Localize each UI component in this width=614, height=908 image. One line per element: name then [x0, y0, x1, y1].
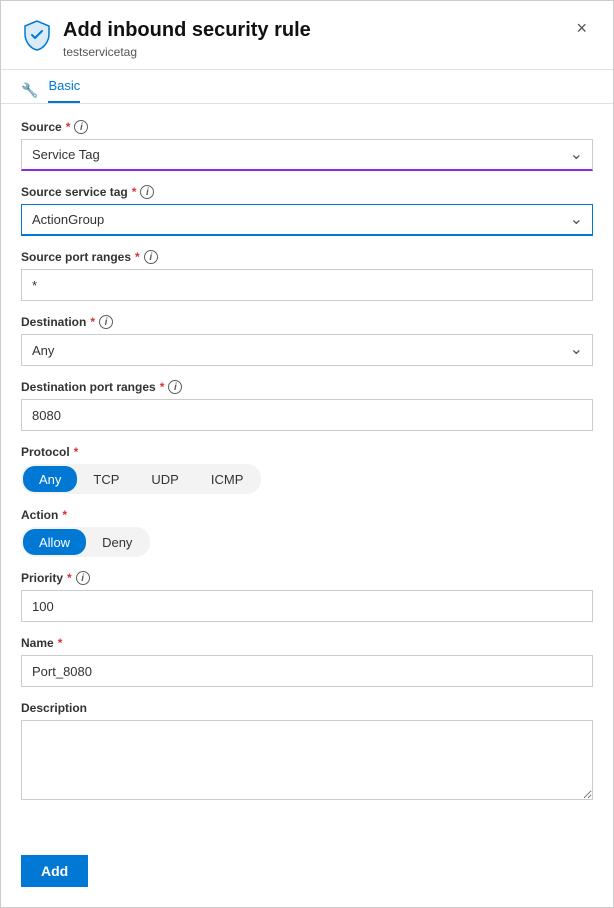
action-toggle-group: Allow Deny — [21, 527, 150, 557]
priority-group: Priority * i — [21, 571, 593, 622]
form-body: Source * i Service Tag Any IP Addresses … — [1, 104, 613, 837]
source-port-ranges-input[interactable] — [21, 269, 593, 301]
destination-select[interactable]: Any IP Addresses Service Tag Application… — [21, 334, 593, 366]
source-service-tag-label: Source service tag * i — [21, 185, 593, 199]
add-button[interactable]: Add — [21, 855, 88, 887]
dialog-header-left: Add inbound security rule testservicetag — [21, 17, 311, 59]
description-group: Description — [21, 701, 593, 803]
source-group: Source * i Service Tag Any IP Addresses … — [21, 120, 593, 171]
protocol-btn-tcp[interactable]: TCP — [77, 466, 135, 492]
footer: Add — [1, 837, 613, 907]
destination-required-star: * — [90, 315, 95, 329]
tab-icon-basic: 🔧 — [21, 82, 38, 99]
destination-label: Destination * i — [21, 315, 593, 329]
name-label: Name * — [21, 636, 593, 650]
source-service-tag-info-icon[interactable]: i — [140, 185, 154, 199]
tab-basic[interactable]: Basic — [48, 78, 80, 103]
destination-port-ranges-required-star: * — [160, 380, 165, 394]
protocol-btn-udp[interactable]: UDP — [135, 466, 194, 492]
dialog-subtitle: testservicetag — [63, 45, 311, 59]
destination-port-ranges-group: Destination port ranges * i — [21, 380, 593, 431]
source-service-tag-select[interactable]: ActionGroup ApiManagement AppService Azu… — [21, 204, 593, 236]
protocol-btn-any[interactable]: Any — [23, 466, 77, 492]
destination-port-ranges-input[interactable] — [21, 399, 593, 431]
source-service-tag-select-wrapper: ActionGroup ApiManagement AppService Azu… — [21, 204, 593, 236]
destination-group: Destination * i Any IP Addresses Service… — [21, 315, 593, 366]
destination-info-icon[interactable]: i — [99, 315, 113, 329]
source-service-tag-required-star: * — [132, 185, 137, 199]
destination-port-ranges-label: Destination port ranges * i — [21, 380, 593, 394]
priority-required-star: * — [67, 571, 72, 585]
destination-select-wrapper: Any IP Addresses Service Tag Application… — [21, 334, 593, 366]
action-label: Action * — [21, 508, 593, 522]
source-label: Source * i — [21, 120, 593, 134]
shield-icon — [21, 19, 53, 51]
action-required-star: * — [62, 508, 67, 522]
dialog: Add inbound security rule testservicetag… — [0, 0, 614, 908]
protocol-group: Protocol * Any TCP UDP ICMP — [21, 445, 593, 494]
tabs-bar: 🔧 Basic — [1, 70, 613, 104]
source-port-ranges-group: Source port ranges * i — [21, 250, 593, 301]
priority-input[interactable] — [21, 590, 593, 622]
source-port-ranges-label: Source port ranges * i — [21, 250, 593, 264]
protocol-toggle-group: Any TCP UDP ICMP — [21, 464, 261, 494]
source-service-tag-group: Source service tag * i ActionGroup ApiMa… — [21, 185, 593, 236]
dialog-title: Add inbound security rule — [63, 17, 311, 43]
description-textarea[interactable] — [21, 720, 593, 800]
action-group: Action * Allow Deny — [21, 508, 593, 557]
source-required-star: * — [66, 120, 71, 134]
action-btn-deny[interactable]: Deny — [86, 529, 148, 555]
name-required-star: * — [58, 636, 63, 650]
destination-port-ranges-info-icon[interactable]: i — [168, 380, 182, 394]
source-select[interactable]: Service Tag Any IP Addresses My IP addre… — [21, 139, 593, 171]
close-button[interactable]: × — [570, 17, 593, 39]
name-group: Name * — [21, 636, 593, 687]
source-port-ranges-required-star: * — [135, 250, 140, 264]
dialog-header: Add inbound security rule testservicetag… — [1, 1, 613, 70]
source-info-icon[interactable]: i — [74, 120, 88, 134]
priority-label: Priority * i — [21, 571, 593, 585]
source-select-wrapper: Service Tag Any IP Addresses My IP addre… — [21, 139, 593, 171]
title-block: Add inbound security rule testservicetag — [63, 17, 311, 59]
priority-info-icon[interactable]: i — [76, 571, 90, 585]
action-btn-allow[interactable]: Allow — [23, 529, 86, 555]
description-label: Description — [21, 701, 593, 715]
protocol-required-star: * — [74, 445, 79, 459]
protocol-btn-icmp[interactable]: ICMP — [195, 466, 260, 492]
source-port-ranges-info-icon[interactable]: i — [144, 250, 158, 264]
name-input[interactable] — [21, 655, 593, 687]
protocol-label: Protocol * — [21, 445, 593, 459]
